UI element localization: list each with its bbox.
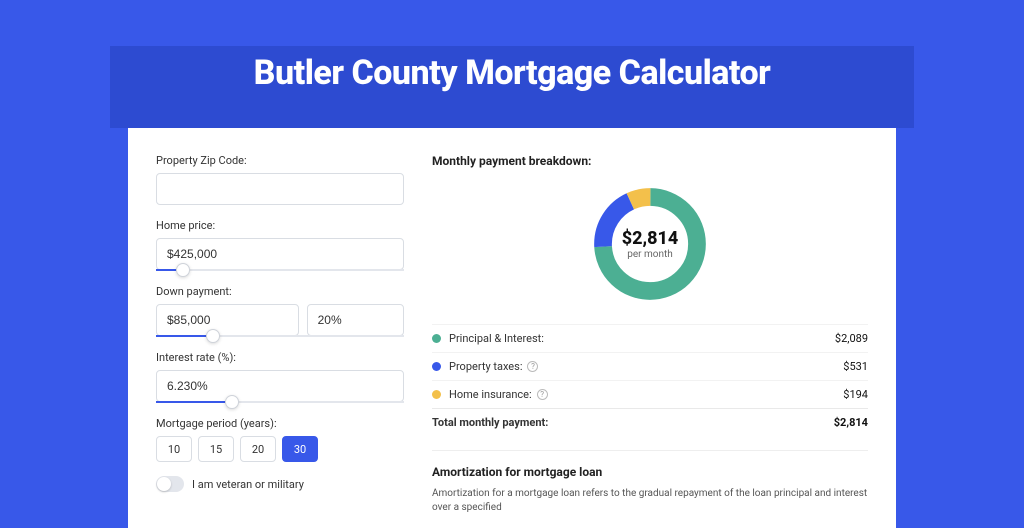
- period-option-30[interactable]: 30: [282, 436, 318, 462]
- down-payment-slider-thumb[interactable]: [206, 329, 220, 343]
- home-price-slider-thumb[interactable]: [176, 263, 190, 277]
- legend-principal-label: Principal & Interest:: [449, 332, 835, 345]
- period-option-10[interactable]: 10: [156, 436, 192, 462]
- legend-insurance-value: $194: [843, 388, 868, 401]
- legend-total: Total monthly payment: $2,814: [432, 408, 868, 436]
- veteran-toggle[interactable]: [156, 476, 184, 492]
- legend-principal: Principal & Interest: $2,089: [432, 324, 868, 352]
- legend-taxes-label: Property taxes: ?: [449, 360, 843, 373]
- interest-slider[interactable]: [156, 401, 404, 403]
- veteran-toggle-knob: [157, 477, 171, 491]
- period-options: 10 15 20 30: [156, 436, 404, 462]
- period-field: Mortgage period (years): 10 15 20 30: [156, 417, 404, 462]
- interest-slider-fill: [156, 401, 225, 403]
- veteran-row: I am veteran or military: [156, 476, 404, 492]
- interest-input[interactable]: [156, 370, 404, 402]
- zip-label: Property Zip Code:: [156, 154, 404, 167]
- donut-chart: $2,814 per month: [432, 174, 868, 314]
- home-price-slider-fill: [156, 269, 176, 271]
- amortization-text: Amortization for a mortgage loan refers …: [432, 487, 868, 515]
- zip-input[interactable]: [156, 173, 404, 205]
- info-icon[interactable]: ?: [537, 389, 548, 400]
- period-option-20[interactable]: 20: [240, 436, 276, 462]
- veteran-label: I am veteran or military: [192, 478, 304, 491]
- legend-insurance-label: Home insurance: ?: [449, 388, 843, 401]
- interest-field: Interest rate (%):: [156, 351, 404, 403]
- legend-principal-value: $2,089: [835, 332, 868, 345]
- donut-sub: per month: [622, 249, 679, 260]
- down-payment-slider-fill: [156, 335, 206, 337]
- down-payment-slider[interactable]: [156, 335, 404, 337]
- info-icon[interactable]: ?: [527, 361, 538, 372]
- calculator-card: Property Zip Code: Home price: Down paym…: [128, 128, 896, 528]
- donut-center: $2,814 per month: [622, 228, 679, 260]
- inputs-column: Property Zip Code: Home price: Down paym…: [156, 154, 404, 528]
- down-payment-field: Down payment:: [156, 285, 404, 337]
- down-payment-amount-input[interactable]: [156, 304, 299, 336]
- page-title: Butler County Mortgage Calculator: [0, 53, 1024, 93]
- period-option-15[interactable]: 15: [198, 436, 234, 462]
- legend-taxes-value: $531: [843, 360, 868, 373]
- legend-insurance: Home insurance: ? $194: [432, 380, 868, 408]
- home-price-slider[interactable]: [156, 269, 404, 271]
- amortization-title: Amortization for mortgage loan: [432, 465, 868, 479]
- interest-label: Interest rate (%):: [156, 351, 404, 364]
- dot-icon: [432, 362, 441, 371]
- down-payment-pct-input[interactable]: [307, 304, 404, 336]
- legend-taxes-text: Property taxes:: [449, 360, 522, 373]
- zip-field: Property Zip Code:: [156, 154, 404, 205]
- breakdown-title: Monthly payment breakdown:: [432, 154, 868, 168]
- home-price-field: Home price:: [156, 219, 404, 271]
- dot-icon: [432, 390, 441, 399]
- home-price-input[interactable]: [156, 238, 404, 270]
- period-label: Mortgage period (years):: [156, 417, 404, 430]
- donut-amount: $2,814: [622, 228, 679, 249]
- legend-principal-text: Principal & Interest:: [449, 332, 544, 345]
- interest-slider-thumb[interactable]: [225, 395, 239, 409]
- breakdown-column: Monthly payment breakdown: $2,814 per mo…: [432, 154, 868, 528]
- legend-total-value: $2,814: [834, 416, 868, 429]
- home-price-label: Home price:: [156, 219, 404, 232]
- amortization-section: Amortization for mortgage loan Amortizat…: [432, 450, 868, 515]
- down-payment-label: Down payment:: [156, 285, 404, 298]
- dot-icon: [432, 334, 441, 343]
- legend-taxes: Property taxes: ? $531: [432, 352, 868, 380]
- legend-total-label: Total monthly payment:: [432, 416, 834, 429]
- legend-insurance-text: Home insurance:: [449, 388, 532, 401]
